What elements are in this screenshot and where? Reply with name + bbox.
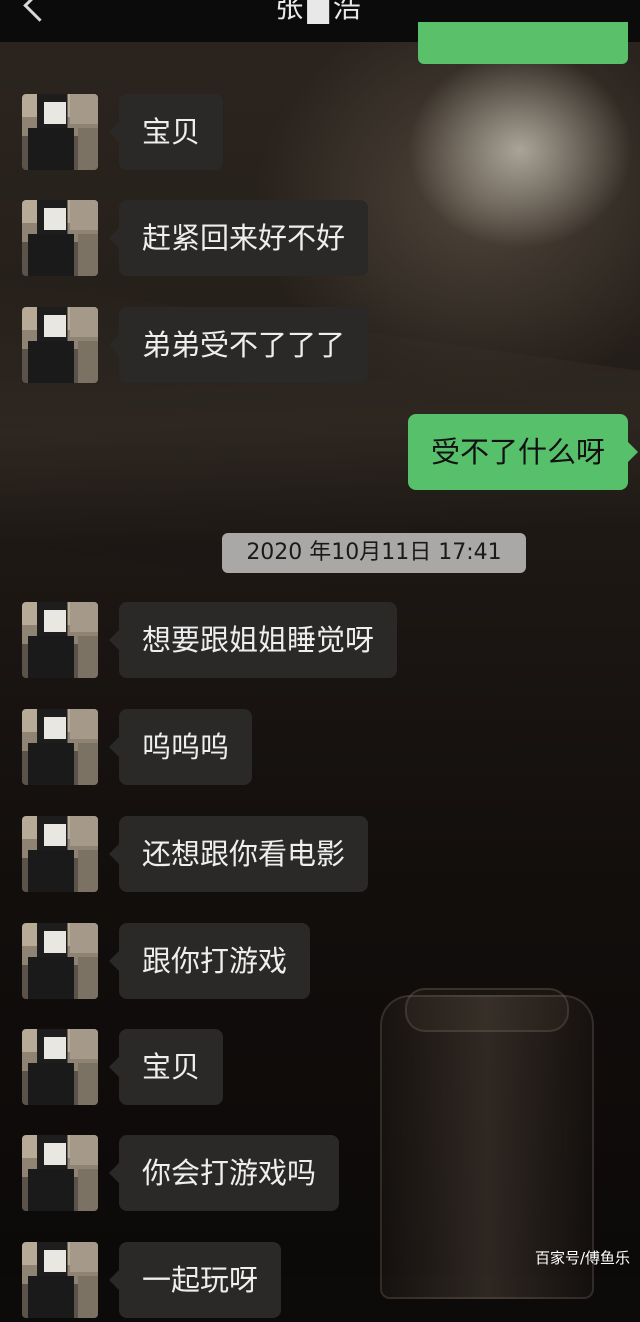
avatar[interactable]	[22, 200, 98, 276]
avatar[interactable]	[22, 1242, 98, 1318]
source-watermark: 百家号/傅鱼乐	[534, 1249, 630, 1267]
message-row: 还想跟你看电影	[0, 816, 640, 896]
message-row: 弟弟受不了了了	[0, 307, 640, 387]
message-row: 想要跟姐姐睡觉呀	[0, 602, 640, 682]
received-message-bubble[interactable]: 赶紧回来好不好	[108, 200, 369, 276]
message-row: 宝贝	[0, 94, 640, 174]
received-message-bubble[interactable]: 你会打游戏吗	[108, 1135, 340, 1211]
received-message-bubble[interactable]: 还想跟你看电影	[108, 816, 369, 892]
message-row: 宝贝	[0, 1029, 640, 1109]
avatar[interactable]	[22, 94, 98, 170]
avatar[interactable]	[22, 816, 98, 892]
received-message-bubble[interactable]: 跟你打游戏	[108, 923, 311, 999]
received-message-bubble[interactable]: 呜呜呜	[108, 709, 253, 785]
message-row: 受不了什么呀	[0, 414, 640, 494]
avatar[interactable]	[22, 923, 98, 999]
sent-bubble-partial[interactable]	[418, 22, 628, 64]
received-message-bubble[interactable]: 宝贝	[108, 1029, 224, 1105]
received-message-bubble[interactable]: 一起玩呀	[108, 1242, 282, 1318]
received-message-bubble[interactable]: 宝贝	[108, 94, 224, 170]
message-row: 呜呜呜	[0, 709, 640, 789]
sent-message-bubble[interactable]: 受不了什么呀	[407, 414, 639, 490]
avatar[interactable]	[22, 709, 98, 785]
message-row: 跟你打游戏	[0, 923, 640, 1003]
message-row: 你会打游戏吗	[0, 1135, 640, 1215]
avatar[interactable]	[22, 1029, 98, 1105]
avatar[interactable]	[22, 307, 98, 383]
avatar[interactable]	[22, 1135, 98, 1211]
avatar[interactable]	[22, 602, 98, 678]
message-row: 赶紧回来好不好	[0, 200, 640, 280]
message-timestamp: 2020 年10月11日 17:41	[222, 533, 526, 573]
received-message-bubble[interactable]: 弟弟受不了了了	[108, 307, 369, 383]
received-message-bubble[interactable]: 想要跟姐姐睡觉呀	[108, 602, 398, 678]
